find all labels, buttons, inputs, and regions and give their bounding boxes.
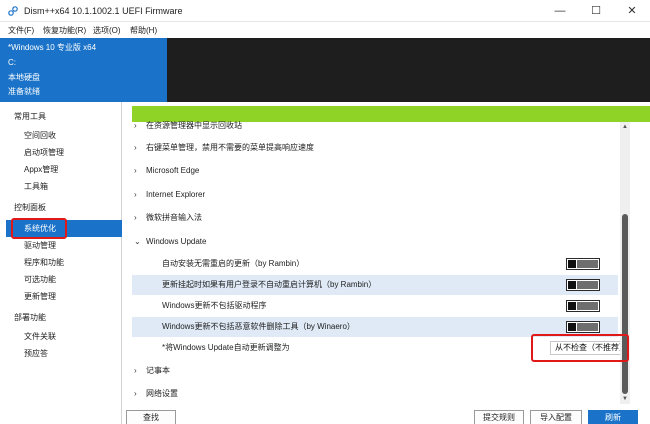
toggle-knob xyxy=(568,302,576,310)
session-bar: *Windows 10 专业版 x64 C: 本地硬盘 准备就绪 xyxy=(0,38,650,102)
sidebar-item-driver-manager[interactable]: 驱动管理 xyxy=(6,237,122,254)
toggle-switch[interactable] xyxy=(566,321,600,333)
session-status: 准备就绪 xyxy=(8,87,40,96)
row-label: 更新挂起时如果有用户登录不自动重启计算机（by Rambin） xyxy=(162,280,377,289)
table-row: 更新挂起时如果有用户登录不自动重启计算机（by Rambin） xyxy=(132,275,618,295)
chevron-right-icon: › xyxy=(134,389,137,398)
close-button[interactable]: ✕ xyxy=(614,0,650,22)
menu-help[interactable]: 帮助(H) xyxy=(130,25,157,36)
row-label: 微软拼音输入法 xyxy=(146,213,202,222)
toggle-track xyxy=(577,302,598,310)
toggle-switch[interactable] xyxy=(566,300,600,312)
toggle-knob xyxy=(568,260,576,268)
row-label: 右键菜单管理，禁用不需要的菜单提高响应速度 xyxy=(146,143,314,152)
scrollbar-thumb[interactable] xyxy=(622,214,628,394)
session-os: *Windows 10 专业版 x64 xyxy=(8,43,97,52)
sidebar-item-unattend[interactable]: 预应答 xyxy=(6,345,122,362)
toggle-track xyxy=(577,281,598,289)
menu-options[interactable]: 选项(O) xyxy=(93,25,121,36)
row-label: 在资源管理器中显示回收站 xyxy=(146,121,242,130)
chevron-right-icon: › xyxy=(134,121,137,130)
toggle-knob xyxy=(568,281,576,289)
table-row: 自动安装无需重启的更新（by Rambin） xyxy=(132,254,618,274)
chevron-down-icon: ⌄ xyxy=(134,237,141,246)
row-label: Windows Update xyxy=(146,237,207,246)
submit-rules-button[interactable]: 提交规则 xyxy=(474,410,524,424)
dism-app-icon xyxy=(8,6,18,16)
chevron-right-icon: › xyxy=(134,213,137,222)
chevron-right-icon: › xyxy=(134,166,137,175)
toggle-switch[interactable] xyxy=(566,258,600,270)
scroll-down-icon[interactable]: ▼ xyxy=(620,396,630,402)
import-config-button[interactable]: 导入配置 xyxy=(530,410,582,424)
toggle-knob xyxy=(568,323,576,331)
session-card[interactable]: *Windows 10 专业版 x64 C: 本地硬盘 准备就绪 xyxy=(0,38,167,102)
row-label: 自动安装无需重启的更新（by Rambin） xyxy=(162,259,305,268)
main-panel: 项目 当前用户 系统 › 在资源管理器中显示回收站 › 右键菜单管理，禁用不需要… xyxy=(122,102,650,424)
list-item[interactable]: › 在资源管理器中显示回收站 xyxy=(132,116,618,136)
list-item[interactable]: › 右键菜单管理，禁用不需要的菜单提高响应速度 xyxy=(132,138,618,158)
list-item[interactable]: › Internet Explorer xyxy=(132,185,618,205)
table-row: Windows更新不包括驱动程序 xyxy=(132,296,618,316)
chevron-right-icon: › xyxy=(134,366,137,375)
menu-recovery[interactable]: 恢复功能(R) xyxy=(43,25,86,36)
sidebar-item-optional-features[interactable]: 可选功能 xyxy=(6,271,122,288)
row-label: Windows更新不包括恶意软件删除工具（by Winaero） xyxy=(162,322,355,331)
sidebar-item-toolbox[interactable]: 工具箱 xyxy=(6,178,122,195)
menu-file[interactable]: 文件(F) xyxy=(8,25,34,36)
session-disk: 本地硬盘 xyxy=(8,73,40,82)
sidebar-header-control-panel: 控制面板 xyxy=(14,203,46,212)
list-item[interactable]: › 微软拼音输入法 xyxy=(132,208,618,228)
menu-bar: 文件(F) 恢复功能(R) 选项(O) 帮助(H) xyxy=(0,22,650,38)
window-title: Dism++x64 10.1.1002.1 UEFI Firmware xyxy=(24,6,183,16)
sidebar-header-common-tools: 常用工具 xyxy=(14,112,46,121)
sidebar-item-update-manager[interactable]: 更新管理 xyxy=(6,288,122,305)
sidebar-item-space-cleanup[interactable]: 空间回收 xyxy=(6,127,122,144)
chevron-right-icon: › xyxy=(134,143,137,152)
sidebar-item-programs-features[interactable]: 程序和功能 xyxy=(6,254,122,271)
session-drive: C: xyxy=(8,58,16,67)
chevron-right-icon: › xyxy=(134,190,137,199)
refresh-button[interactable]: 刷新 xyxy=(588,410,638,424)
highlight-box-sidebar xyxy=(11,218,67,239)
toggle-track xyxy=(577,323,598,331)
sidebar-item-file-association[interactable]: 文件关联 xyxy=(6,328,122,345)
row-label: Microsoft Edge xyxy=(146,166,200,175)
sidebar-item-startup-manager[interactable]: 启动项管理 xyxy=(6,144,122,161)
sidebar-item-appx-manager[interactable]: Appx管理 xyxy=(6,161,122,178)
list-item[interactable]: ⌄ Windows Update xyxy=(132,232,618,252)
title-bar: Dism++x64 10.1.1002.1 UEFI Firmware — ☐ … xyxy=(0,0,650,22)
minimize-button[interactable]: — xyxy=(542,0,578,22)
sidebar: 常用工具 空间回收 启动项管理 Appx管理 工具箱 控制面板 系统优化 驱动管… xyxy=(6,102,122,424)
row-label: Windows更新不包括驱动程序 xyxy=(162,301,267,310)
list-item[interactable]: › Microsoft Edge xyxy=(132,161,618,181)
row-label: Internet Explorer xyxy=(146,190,206,199)
sidebar-header-deployment: 部署功能 xyxy=(14,313,46,322)
highlight-box-dropdown xyxy=(531,334,629,362)
row-label: 网络设置 xyxy=(146,389,178,398)
toggle-switch[interactable] xyxy=(566,279,600,291)
row-label: 记事本 xyxy=(146,366,170,375)
scroll-up-icon[interactable]: ▲ xyxy=(620,124,630,130)
toggle-track xyxy=(577,260,598,268)
maximize-button[interactable]: ☐ xyxy=(578,0,614,22)
row-label: *将Windows Update自动更新调整为 xyxy=(162,343,290,352)
list-item[interactable]: › 记事本 xyxy=(132,361,618,381)
table-header-overlay xyxy=(132,106,650,118)
search-button[interactable]: 查找 xyxy=(126,410,176,424)
list-item[interactable]: › 网络设置 xyxy=(132,384,618,404)
